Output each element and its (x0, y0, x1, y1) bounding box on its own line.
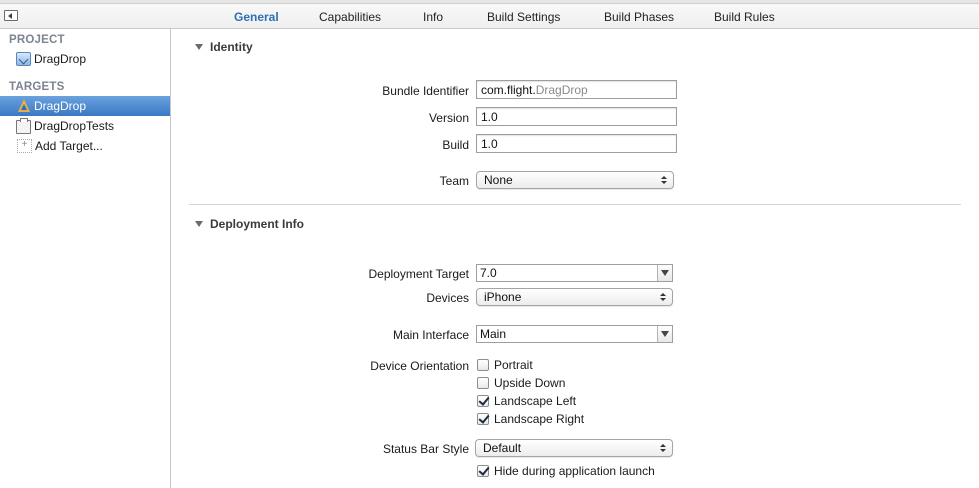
version-label: Version (428, 111, 469, 125)
identity-section-toggle[interactable]: Identity (195, 40, 253, 54)
tab-build-rules[interactable]: Build Rules (714, 10, 775, 24)
project-file-icon (16, 52, 31, 66)
up-down-arrows-icon (661, 176, 667, 185)
project-target-sidebar: PROJECT DragDrop TARGETS DragDrop DragDr… (0, 29, 171, 488)
orientation-portrait[interactable]: Portrait (477, 358, 533, 372)
sidebar-item-label: DragDrop (34, 52, 87, 66)
section-title: Deployment Info (210, 217, 305, 231)
disclosure-triangle-icon (195, 44, 203, 50)
section-divider (189, 204, 961, 205)
checkbox-label: Hide during application launch (494, 464, 655, 478)
plus-icon: + (17, 139, 32, 153)
tab-general[interactable]: General (234, 10, 279, 24)
checkbox[interactable] (477, 377, 489, 389)
app-target-icon (16, 99, 31, 113)
chevron-down-icon[interactable] (657, 265, 672, 281)
main-interface-combo[interactable]: Main (476, 325, 673, 343)
checkbox-label: Portrait (494, 358, 533, 372)
up-down-arrows-icon (660, 444, 666, 453)
bundle-identifier-field[interactable]: com.flight.DragDrop (476, 80, 677, 99)
add-target-button[interactable]: + Add Target... (0, 136, 170, 156)
up-down-arrows-icon (660, 293, 666, 302)
chevron-down-icon[interactable] (657, 326, 672, 342)
version-field[interactable]: 1.0 (476, 107, 677, 126)
disclosure-triangle-icon (195, 221, 203, 227)
main-interface-value: Main (480, 327, 507, 341)
checkbox[interactable] (477, 359, 489, 371)
tab-capabilities[interactable]: Capabilities (319, 10, 381, 24)
project-section-header: PROJECT (9, 34, 65, 46)
add-target-label: Add Target... (35, 139, 103, 153)
devices-value: iPhone (484, 290, 522, 304)
sidebar-item-target-tests[interactable]: DragDropTests (0, 116, 170, 136)
checkbox-label: Upside Down (494, 376, 566, 390)
checkbox-label: Landscape Right (494, 412, 585, 426)
navigator-toggle-icon[interactable] (4, 10, 18, 21)
orientation-upside-down[interactable]: Upside Down (477, 376, 565, 390)
build-label: Build (442, 138, 469, 152)
window-top-strip (0, 0, 979, 4)
orientation-landscape-right[interactable]: Landscape Right (477, 412, 584, 426)
sidebar-item-target-app[interactable]: DragDrop (0, 96, 170, 116)
build-field[interactable]: 1.0 (476, 134, 677, 153)
devices-popup[interactable]: iPhone (476, 288, 673, 306)
tab-build-phases[interactable]: Build Phases (604, 10, 674, 24)
editor-tab-bar: General Capabilities Info Build Settings… (0, 0, 979, 29)
tab-build-settings[interactable]: Build Settings (487, 10, 560, 24)
bundle-identifier-label: Bundle Identifier (382, 84, 469, 98)
main-interface-label: Main Interface (392, 328, 469, 342)
team-popup[interactable]: None (476, 171, 674, 189)
deployment-target-combo[interactable]: 7.0 (476, 264, 673, 282)
sidebar-item-label: DragDrop (34, 99, 87, 113)
team-value: None (484, 173, 513, 187)
checkbox-checked[interactable] (477, 465, 489, 477)
bundle-identifier-product: DragDrop (535, 83, 588, 97)
test-bundle-icon (16, 117, 31, 134)
bundle-identifier-prefix: com.flight. (481, 83, 536, 97)
deployment-target-label: Deployment Target (368, 267, 470, 281)
tab-info[interactable]: Info (423, 10, 443, 24)
checkbox-checked[interactable] (477, 395, 489, 407)
deployment-target-value: 7.0 (480, 266, 497, 280)
checkbox-checked[interactable] (477, 413, 489, 425)
targets-section-header: TARGETS (9, 81, 65, 93)
checkbox-label: Landscape Left (494, 394, 577, 408)
section-title: Identity (210, 40, 253, 54)
hide-status-bar-option[interactable]: Hide during application launch (477, 464, 655, 478)
sidebar-item-project[interactable]: DragDrop (0, 49, 170, 69)
devices-label: Devices (426, 291, 469, 305)
status-bar-style-value: Default (483, 441, 522, 455)
status-bar-style-label: Status Bar Style (382, 442, 469, 456)
orientation-landscape-left[interactable]: Landscape Left (477, 394, 576, 408)
sidebar-item-label: DragDropTests (34, 119, 115, 133)
team-label: Team (439, 174, 469, 188)
device-orientation-label: Device Orientation (370, 359, 469, 373)
deployment-section-toggle[interactable]: Deployment Info (195, 217, 304, 231)
status-bar-style-popup[interactable]: Default (475, 439, 673, 457)
